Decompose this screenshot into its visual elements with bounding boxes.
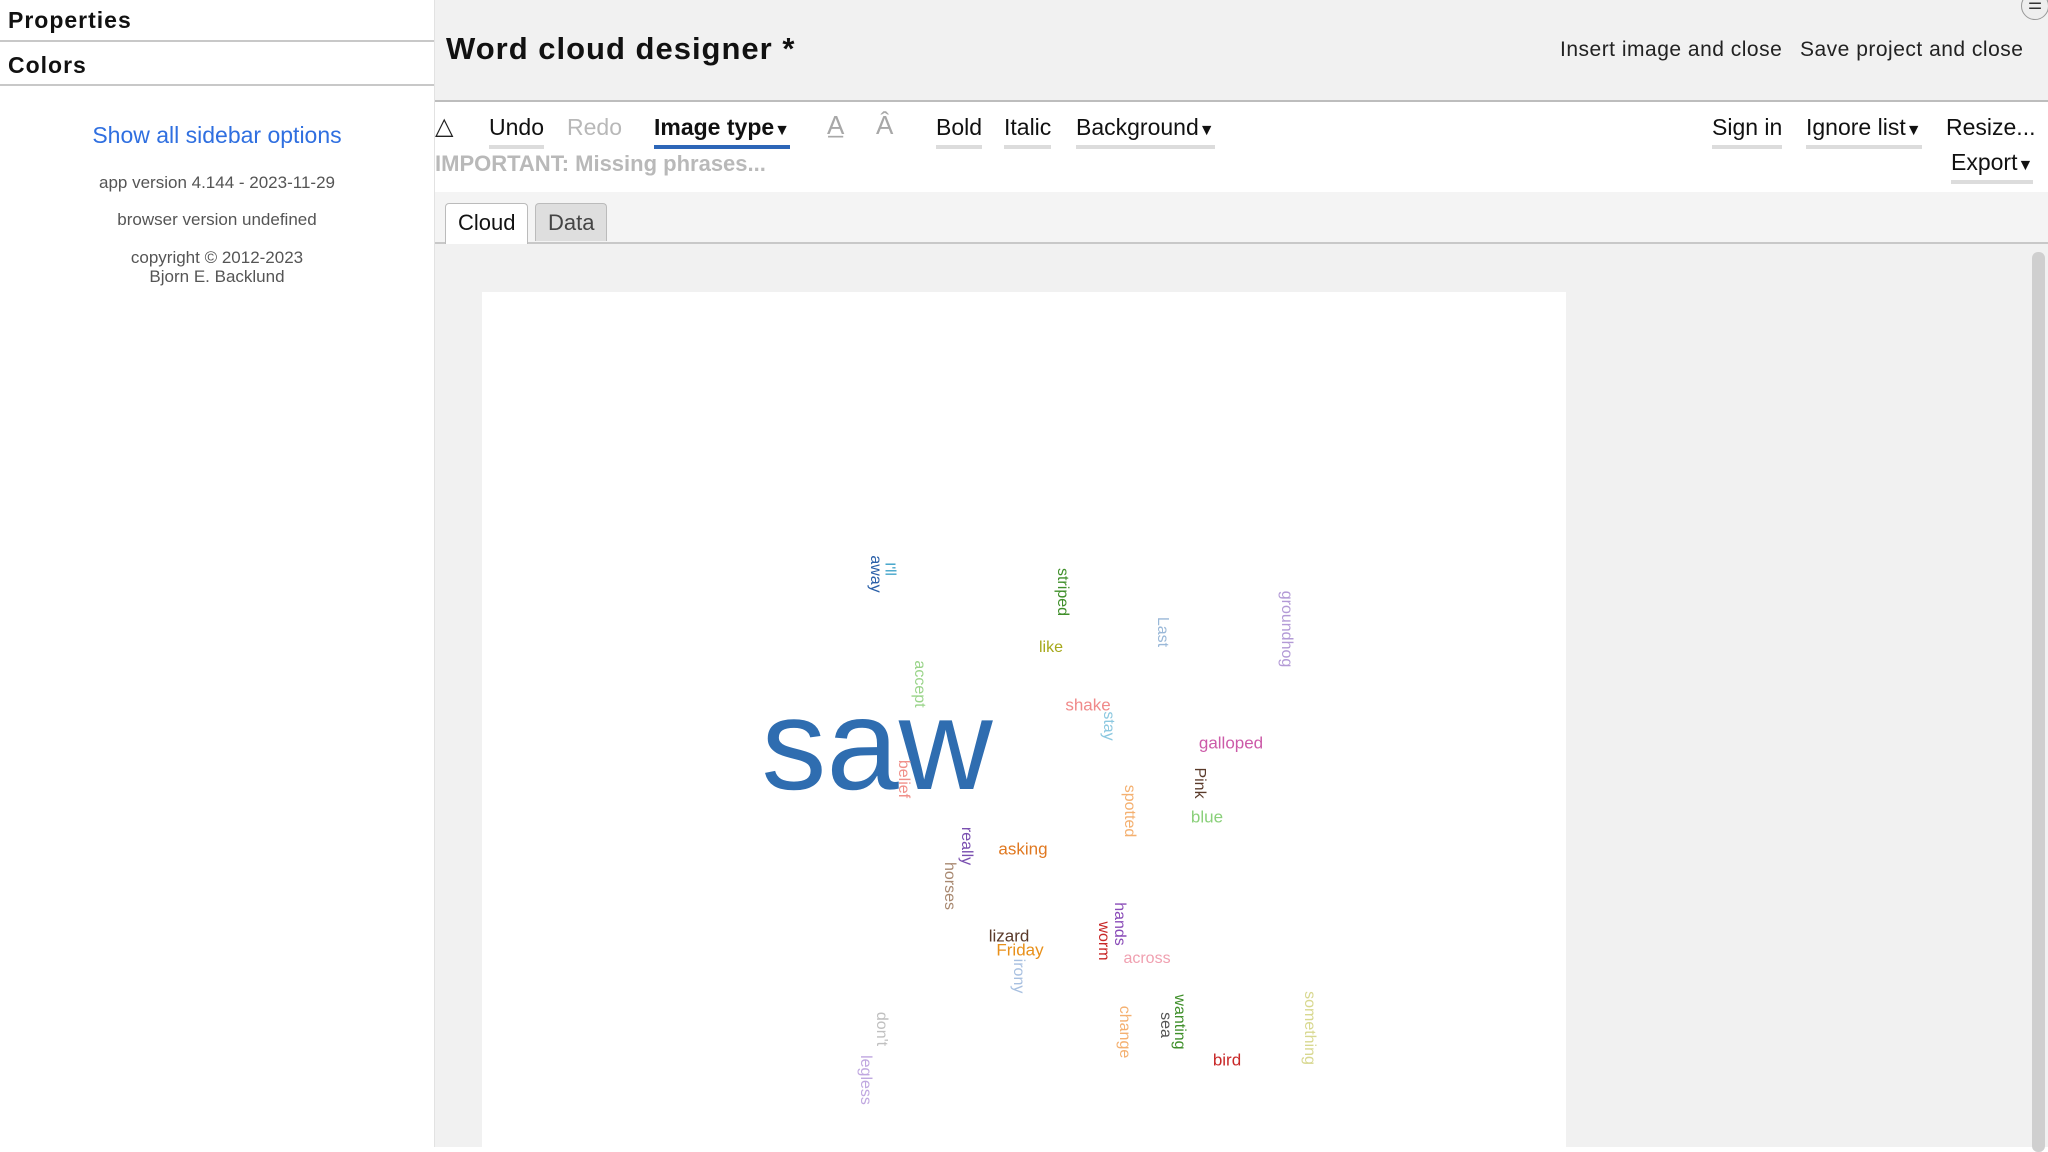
cloud-word-away[interactable]: away <box>867 555 884 592</box>
cloud-word-like[interactable]: like <box>1039 640 1063 656</box>
cloud-word-horses[interactable]: horses <box>941 862 958 910</box>
word-cloud-canvas[interactable]: saw I'll away striped Last groundhog like accep… <box>482 292 1566 1152</box>
export-label: Export <box>1951 149 2018 175</box>
page-title: Word cloud designer * <box>446 31 796 66</box>
ignore-list-label: Ignore list <box>1806 114 1906 140</box>
cloud-word-striped[interactable]: striped <box>1054 568 1071 616</box>
cloud-word-across[interactable]: across <box>1123 951 1170 967</box>
bold-button[interactable]: Bold <box>936 114 983 149</box>
cloud-word-legless[interactable]: legless <box>857 1055 874 1105</box>
properties-section-header[interactable]: Properties <box>0 0 434 42</box>
chevron-down-icon: ▼ <box>774 122 790 139</box>
insert-image-and-close-button[interactable]: Insert image and close <box>1560 38 1782 62</box>
colors-section-header[interactable]: Colors <box>0 42 434 86</box>
font-decrease-icon[interactable]: A̲ <box>827 110 844 141</box>
browser-version-text: browser version undefined <box>117 210 317 229</box>
redo-button[interactable]: Redo <box>567 114 622 149</box>
cloud-word-last[interactable]: Last <box>1154 617 1171 647</box>
ignore-list-dropdown[interactable]: Ignore list▼ <box>1806 114 1922 149</box>
image-type-label: Image type <box>654 114 775 140</box>
cloud-word-galloped[interactable]: galloped <box>1199 735 1263 752</box>
resize-button[interactable]: Resize... <box>1946 114 2035 149</box>
cloud-word-blue[interactable]: blue <box>1191 809 1223 826</box>
cloud-word-irony[interactable]: irony <box>1010 959 1027 994</box>
sidebar: Properties Colors Show all sidebar optio… <box>0 0 434 1147</box>
cloud-word-hands[interactable]: hands <box>1111 902 1128 946</box>
show-all-sidebar-options-link[interactable]: Show all sidebar options <box>0 122 434 149</box>
cloud-word-really[interactable]: really <box>958 827 975 865</box>
title-bar: Word cloud designer * Insert image and c… <box>435 0 2048 102</box>
image-type-dropdown[interactable]: Image type▼ <box>654 114 790 149</box>
tab-cloud[interactable]: Cloud <box>445 203 529 244</box>
cloud-word-asking[interactable]: asking <box>998 841 1047 858</box>
background-dropdown[interactable]: Background▼ <box>1076 114 1215 149</box>
app-version-text: app version 4.144 - 2023-11-29 <box>99 173 335 192</box>
cloud-word-i-ll[interactable]: I'll <box>882 562 899 576</box>
save-project-and-close-button[interactable]: Save project and close <box>1800 38 2023 62</box>
canvas-container: saw I'll away striped Last groundhog like accep… <box>435 244 2048 1152</box>
cloud-word-saw[interactable]: saw <box>761 679 992 809</box>
author-text: Bjorn E. Backlund <box>149 267 285 286</box>
font-increase-icon[interactable]: Â <box>876 110 893 141</box>
cloud-word-spotted[interactable]: spotted <box>1121 785 1138 837</box>
vertical-scrollbar[interactable] <box>2032 252 2045 1152</box>
italic-button[interactable]: Italic <box>1004 114 1052 149</box>
recycle-icon[interactable]: △ <box>435 112 453 141</box>
toolbar: △ Undo Redo Image type▼ A̲ Â Bold Itali… <box>435 102 2048 192</box>
cloud-word-wanting[interactable]: wanting <box>1171 994 1188 1049</box>
cloud-word-change[interactable]: change <box>1116 1006 1133 1059</box>
cloud-word-accept[interactable]: accept <box>911 660 928 707</box>
copyright-text: copyright © 2012-2023 <box>130 248 304 267</box>
main-panel: Word cloud designer * Insert image and c… <box>434 0 2048 1152</box>
chevron-down-icon: ▼ <box>2017 157 2034 174</box>
cloud-word-friday[interactable]: Friday <box>996 942 1043 959</box>
undo-button[interactable]: Undo <box>489 114 544 149</box>
cloud-word-stay[interactable]: stay <box>1100 711 1117 740</box>
cloud-word-don-t[interactable]: don't <box>873 1012 890 1046</box>
chevron-down-icon: ▼ <box>1198 122 1215 139</box>
tab-data[interactable]: Data <box>535 203 608 241</box>
cloud-word-groundhog[interactable]: groundhog <box>1278 591 1295 668</box>
cloud-word-worm[interactable]: worm <box>1095 921 1112 960</box>
background-label: Background <box>1076 114 1199 140</box>
cloud-word-belief[interactable]: belief <box>895 760 912 798</box>
chevron-down-icon: ▼ <box>1905 122 1922 139</box>
hamburger-icon[interactable]: ☰ <box>2021 0 2048 20</box>
view-tabs: Cloud Data <box>435 192 2048 244</box>
cloud-word-bird[interactable]: bird <box>1213 1052 1241 1069</box>
missing-phrases-warning[interactable]: IMPORTANT: Missing phrases... <box>435 151 766 177</box>
export-dropdown[interactable]: Export▼ <box>1951 149 2034 184</box>
cloud-word-pink[interactable]: Pink <box>1191 767 1208 798</box>
cloud-word-something[interactable]: something <box>1301 991 1318 1065</box>
sign-in-button[interactable]: Sign in <box>1712 114 1783 149</box>
